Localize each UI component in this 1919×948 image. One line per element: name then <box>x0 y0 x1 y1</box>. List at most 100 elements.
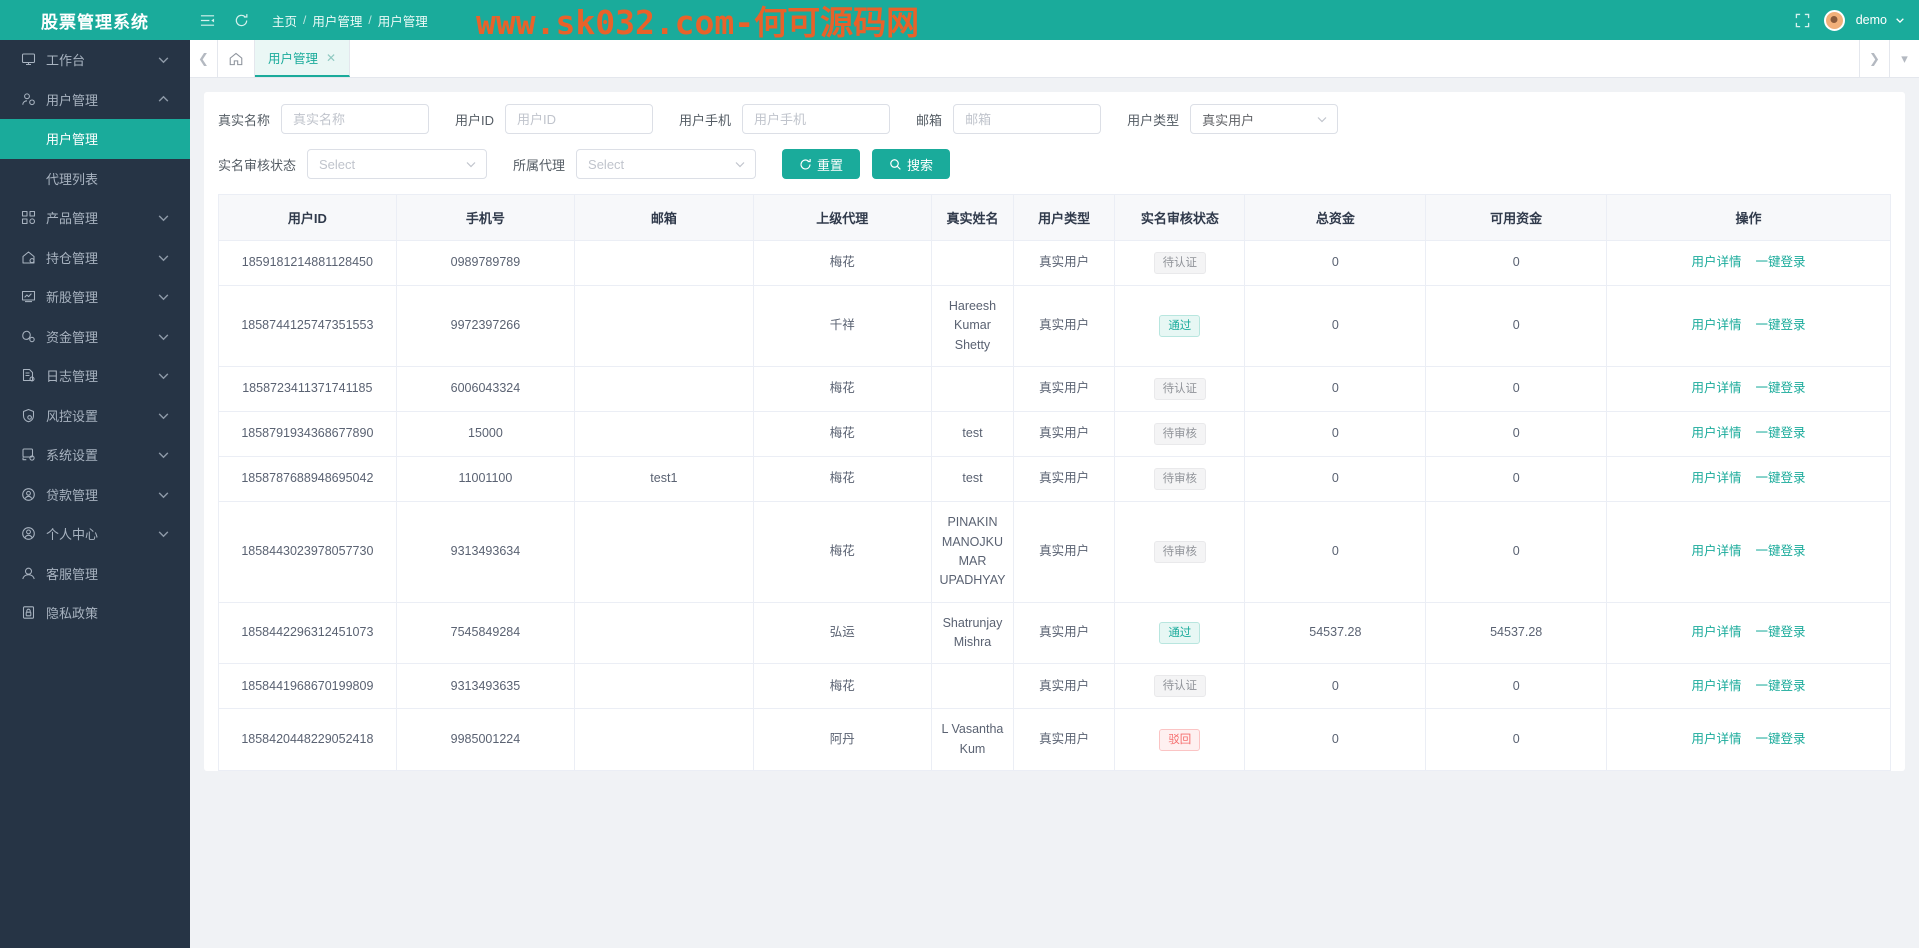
fullscreen-icon[interactable] <box>1786 0 1820 40</box>
user-detail-link[interactable]: 用户详情 <box>1692 381 1742 395</box>
filter-input[interactable] <box>505 104 654 134</box>
user-detail-link[interactable]: 用户详情 <box>1692 625 1742 639</box>
sidebar-item-user-management[interactable]: 用户管理 <box>0 80 190 120</box>
one-click-login-link[interactable]: 一键登录 <box>1756 255 1806 269</box>
cell-realname <box>931 366 1014 413</box>
filter-group: 用户手机 <box>679 104 891 134</box>
filter-input[interactable] <box>742 104 891 134</box>
cell-agent: 阿丹 <box>753 708 932 772</box>
cell-avail: 0 <box>1425 240 1608 286</box>
sidebar-item-label: 资金管理 <box>46 329 99 345</box>
cell-phone: 9972397266 <box>396 285 576 368</box>
cell-operations: 用户详情 一键登录 <box>1606 708 1890 772</box>
table-row: 1858791934368677890 15000 梅花 test 真实用户 待审核 0 0 用… <box>219 411 1890 458</box>
search-button[interactable]: 搜索 <box>872 149 951 179</box>
sidebar-item-system-settings[interactable]: 系统设置 <box>0 435 190 475</box>
filter-select[interactable]: 真实用户 <box>1190 104 1339 134</box>
sidebar-item-product-management[interactable]: 产品管理 <box>0 198 190 238</box>
cell-avail: 0 <box>1425 285 1608 368</box>
user-detail-link[interactable]: 用户详情 <box>1692 471 1742 485</box>
chevron-down-icon <box>735 162 745 168</box>
home-gear-icon <box>20 249 37 266</box>
one-click-login-link[interactable]: 一键登录 <box>1756 318 1806 332</box>
cell-total: 0 <box>1244 285 1427 368</box>
cell-email <box>574 366 754 413</box>
home-icon[interactable] <box>218 40 255 77</box>
menu-fold-icon[interactable] <box>190 0 224 40</box>
chevron-down-icon <box>466 162 476 168</box>
table-column-header: 实名审核状态 <box>1114 195 1246 241</box>
sidebar-item-new-stock-management[interactable]: 新股管理 <box>0 277 190 317</box>
close-icon[interactable]: ✕ <box>326 51 336 65</box>
sidebar-item-label: 持仓管理 <box>46 250 99 266</box>
chevron-down-icon <box>1317 117 1327 123</box>
filter-label: 邮箱 <box>916 112 943 128</box>
cell-phone: 9985001224 <box>396 708 576 772</box>
sidebar-subitem-label: 代理列表 <box>46 171 99 187</box>
filter-select-value: Select <box>319 156 356 172</box>
cell-type: 真实用户 <box>1013 663 1116 710</box>
cell-realname: test <box>931 411 1014 458</box>
sidebar-item-position-management[interactable]: 持仓管理 <box>0 238 190 278</box>
one-click-login-link[interactable]: 一键登录 <box>1756 625 1806 639</box>
sidebar-item-privacy-policy[interactable]: 隐私政策 <box>0 593 190 633</box>
cell-total: 0 <box>1244 366 1427 413</box>
one-click-login-link[interactable]: 一键登录 <box>1756 732 1806 746</box>
filter-group: 所属代理 Select <box>513 149 757 179</box>
cell-type: 真实用户 <box>1013 708 1116 772</box>
avatar[interactable] <box>1823 9 1845 31</box>
sidebar-item-loan-management[interactable]: 贷款管理 <box>0 475 190 515</box>
chevron-right-icon[interactable]: ❯ <box>1859 40 1889 77</box>
cell-email: test1 <box>574 456 754 503</box>
chevron-left-icon[interactable]: ❮ <box>190 40 218 77</box>
sidebar-item-label: 日志管理 <box>46 369 99 385</box>
cell-agent: 弘运 <box>753 602 932 665</box>
user-detail-link[interactable]: 用户详情 <box>1692 426 1742 440</box>
sidebar-item-workbench[interactable]: 工作台 <box>0 40 190 80</box>
reset-button[interactable]: 重置 <box>782 149 861 179</box>
cell-audit-status: 待认证 <box>1114 366 1246 413</box>
chevron-down-icon[interactable]: ▾ <box>1889 40 1919 77</box>
filter-input[interactable] <box>953 104 1102 134</box>
table-row: 1858442296312451073 7545849284 弘运 Shatrunja… <box>219 602 1890 665</box>
sidebar-item-fund-management[interactable]: 资金管理 <box>0 317 190 357</box>
breadcrumb-separator: / <box>303 13 307 27</box>
sidebar-item-risk-settings[interactable]: 风控设置 <box>0 396 190 436</box>
users-table-body: 1859181214881128450 0989789789 梅花 真实用户 待认证 0 0… <box>219 240 1890 772</box>
sidebar-item-log-management[interactable]: 日志管理 <box>0 356 190 396</box>
user-detail-link[interactable]: 用户详情 <box>1692 679 1742 693</box>
top-bar-right: demo <box>1786 0 1919 40</box>
cell-audit-status: 待审核 <box>1114 456 1246 503</box>
sidebar-subitem-user-management[interactable]: 用户管理 <box>0 119 190 159</box>
cell-avail: 0 <box>1425 366 1608 413</box>
filter-select[interactable]: Select <box>576 149 757 179</box>
cell-id: 1858441968670199809 <box>219 663 397 710</box>
chevron-down-icon[interactable] <box>1895 15 1905 25</box>
filter-select[interactable]: Select <box>307 149 488 179</box>
refresh-icon[interactable] <box>224 0 258 40</box>
one-click-login-link[interactable]: 一键登录 <box>1756 381 1806 395</box>
cell-total: 0 <box>1244 411 1427 458</box>
sidebar-subitem-agent-list[interactable]: 代理列表 <box>0 159 190 199</box>
user-detail-link[interactable]: 用户详情 <box>1692 318 1742 332</box>
site-watermark: www.sk032.com-何可源码网 <box>476 3 920 42</box>
table-row: 1858723411371741185 6006043324 梅花 真实用户 待认证 0 0… <box>219 366 1890 413</box>
chevron-down-icon <box>158 373 169 380</box>
sidebar-item-label: 客服管理 <box>46 566 99 582</box>
one-click-login-link[interactable]: 一键登录 <box>1756 679 1806 693</box>
sidebar-item-personal-center[interactable]: 个人中心 <box>0 514 190 554</box>
user-detail-link[interactable]: 用户详情 <box>1692 732 1742 746</box>
breadcrumb-item-0[interactable]: 主页 <box>272 11 297 30</box>
one-click-login-link[interactable]: 一键登录 <box>1756 471 1806 485</box>
filter-input[interactable] <box>281 104 430 134</box>
breadcrumb-item-1[interactable]: 用户管理 <box>312 11 362 30</box>
sidebar-item-customer-service[interactable]: 客服管理 <box>0 554 190 594</box>
filter-label: 所属代理 <box>513 157 566 173</box>
user-detail-link[interactable]: 用户详情 <box>1692 544 1742 558</box>
search-icon <box>890 158 901 170</box>
one-click-login-link[interactable]: 一键登录 <box>1756 544 1806 558</box>
one-click-login-link[interactable]: 一键登录 <box>1756 426 1806 440</box>
user-gear-icon <box>20 91 37 108</box>
user-detail-link[interactable]: 用户详情 <box>1692 255 1742 269</box>
tab-user-management[interactable]: 用户管理 ✕ <box>255 40 351 77</box>
